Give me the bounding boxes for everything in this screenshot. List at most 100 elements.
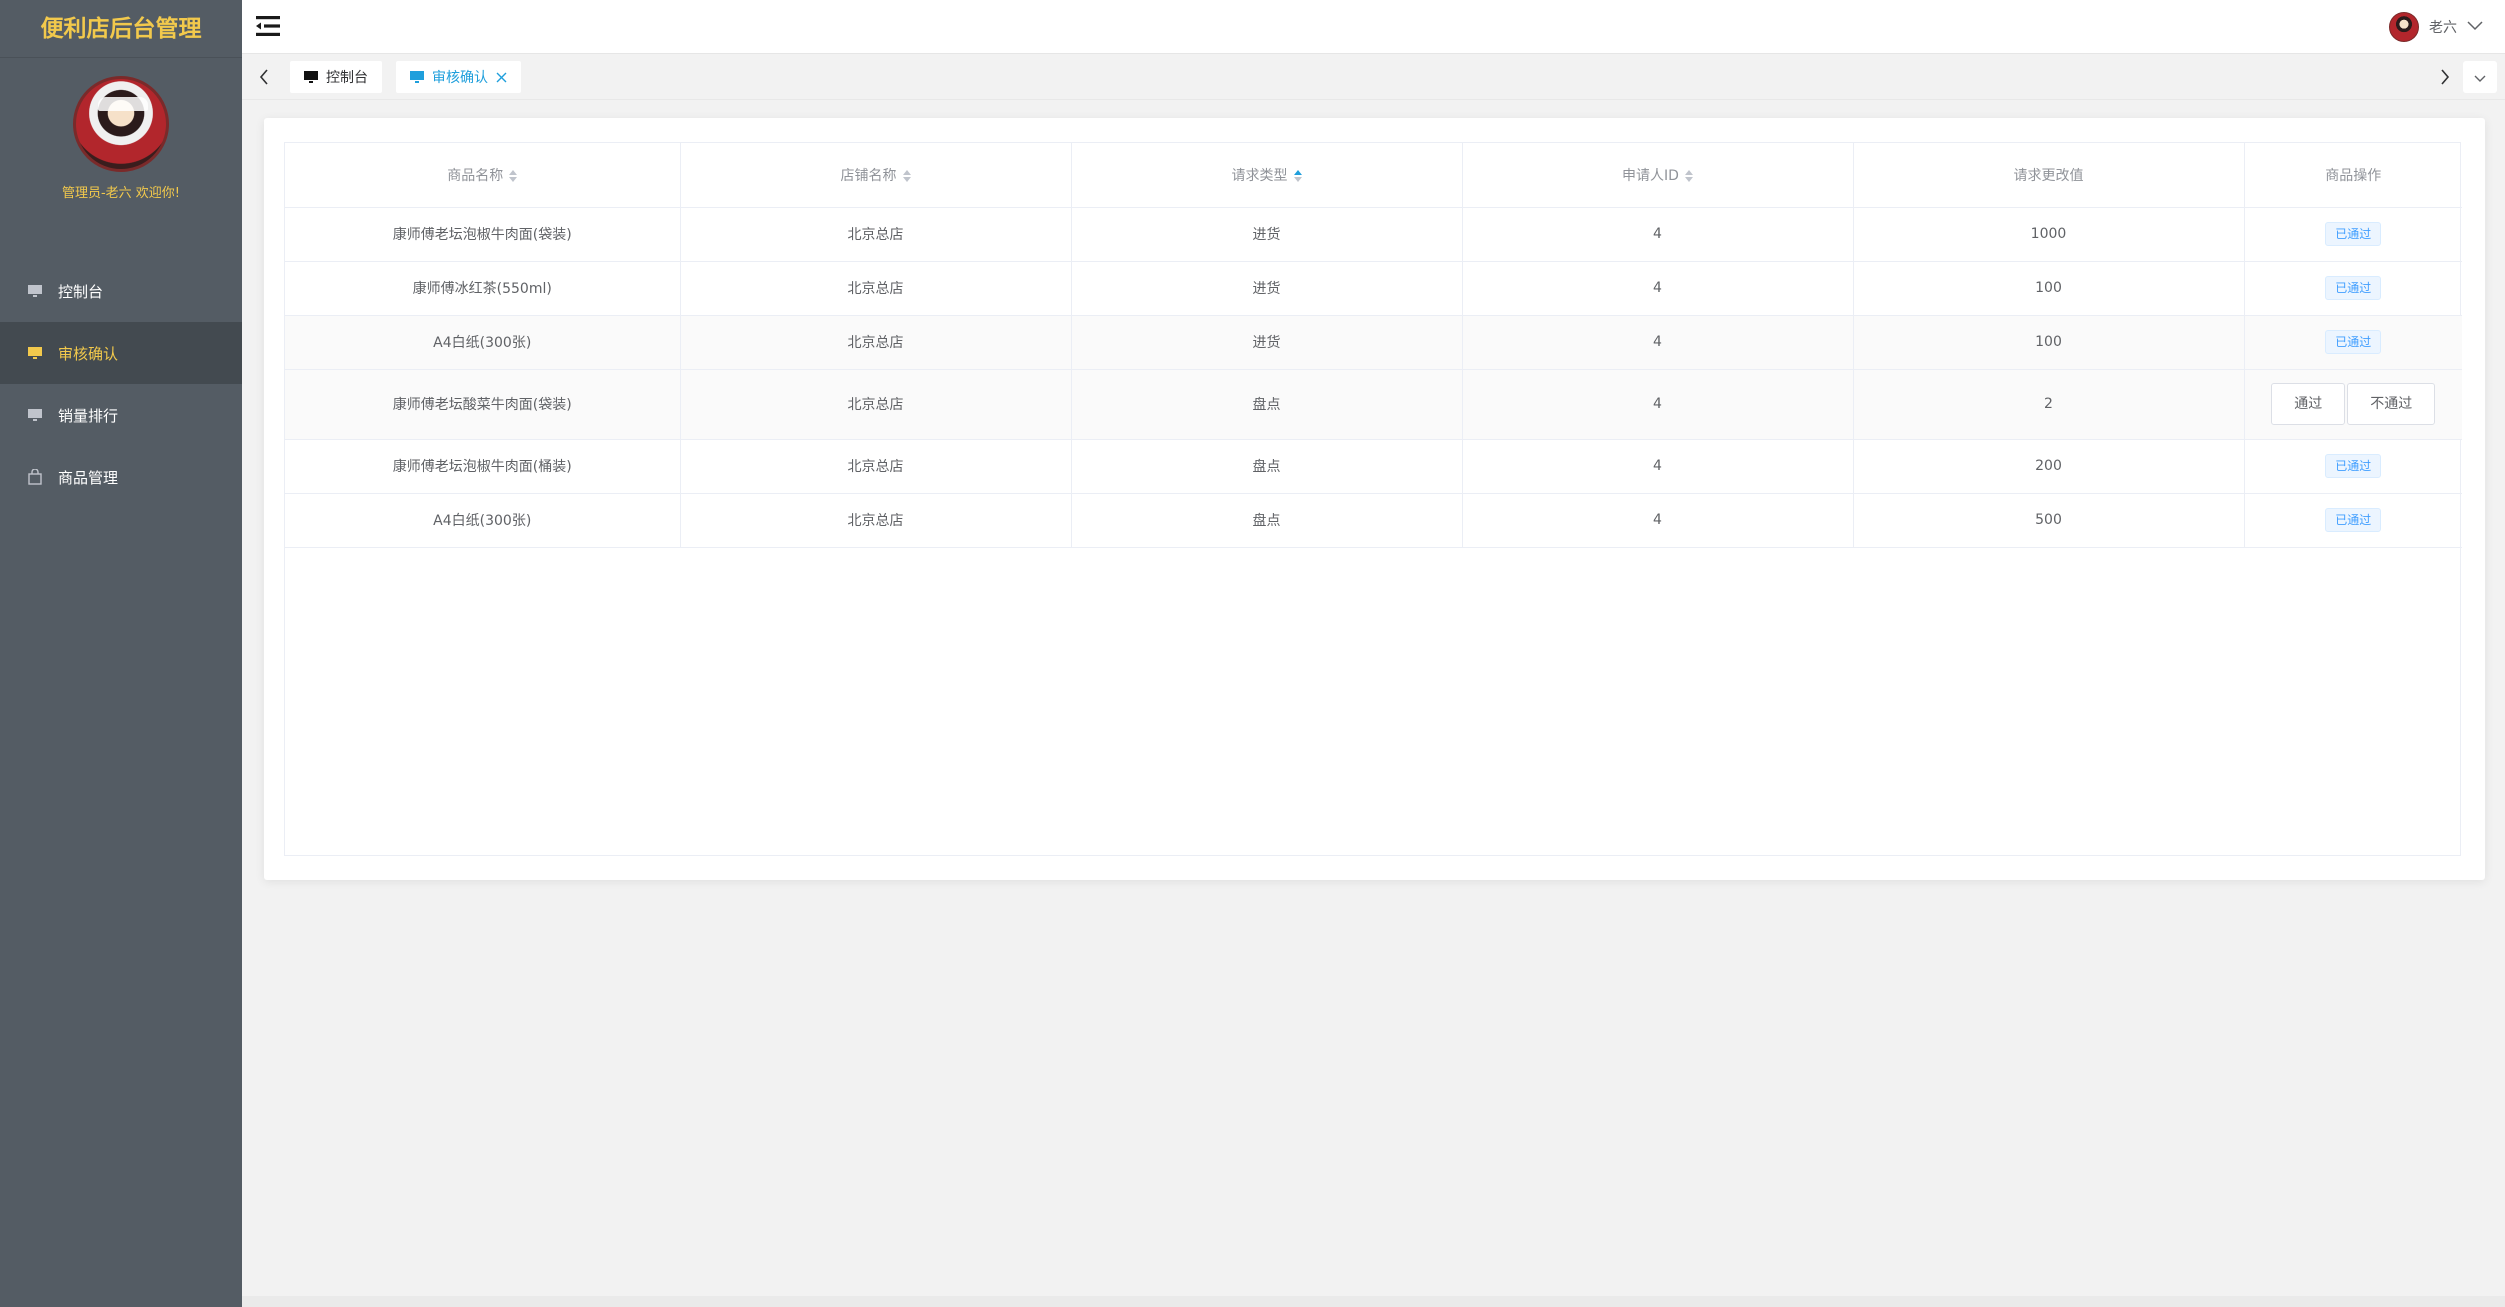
cell-product: 康师傅老坛泡椒牛肉面(袋装) <box>285 207 681 262</box>
reject-button[interactable]: 不通过 <box>2347 383 2436 425</box>
status-badge: 已通过 <box>2325 276 2382 300</box>
welcome-text: 管理员-老六 欢迎你! <box>61 186 181 201</box>
cell-product: A4白纸(300张) <box>285 493 681 548</box>
sidebar-item-label: 控制台 <box>58 282 104 301</box>
sidebar-item-label: 审核确认 <box>58 344 119 363</box>
cell-type: 进货 <box>1071 261 1463 316</box>
cell-shop: 北京总店 <box>680 493 1072 548</box>
bottom-strip <box>242 1296 2505 1307</box>
column-header-applicant-id[interactable]: 申请人ID <box>1462 143 1854 208</box>
cell-shop: 北京总店 <box>680 369 1072 440</box>
collapse-menu-icon[interactable] <box>256 15 282 39</box>
tab-review[interactable]: 审核确认 <box>396 61 521 93</box>
cell-product: 康师傅老坛泡椒牛肉面(桶装) <box>285 439 681 494</box>
sort-icon[interactable] <box>509 169 518 182</box>
monitor-icon <box>304 70 318 84</box>
tabs-bar: 控制台 审核确认 <box>242 54 2505 100</box>
column-header-request-value: 请求更改值 <box>1853 143 2245 208</box>
sidebar-item-dashboard[interactable]: 控制台 <box>0 260 242 322</box>
avatar <box>73 76 169 172</box>
sort-icon[interactable] <box>1684 169 1693 182</box>
user-avatar <box>2389 12 2419 42</box>
tab-label: 控制台 <box>326 70 368 86</box>
cell-actions: 已通过 <box>2244 493 2462 548</box>
status-badge: 已通过 <box>2325 454 2382 478</box>
column-header-shop[interactable]: 店铺名称 <box>680 143 1072 208</box>
column-header-actions: 商品操作 <box>2244 143 2462 208</box>
chevron-down-icon <box>2467 19 2483 35</box>
cell-value: 100 <box>1853 261 2245 316</box>
profile-block: 管理员-老六 欢迎你! <box>0 58 242 280</box>
sidebar: 便利店后台管理 管理员-老六 欢迎你! 控制台 审核确认 销量排行 商品管理 <box>0 0 242 1307</box>
sidebar-item-products[interactable]: 商品管理 <box>0 446 242 508</box>
cell-actions: 通过 不通过 <box>2244 369 2462 440</box>
cell-shop: 北京总店 <box>680 439 1072 494</box>
user-dropdown[interactable]: 老六 <box>2389 12 2483 42</box>
app-root: 便利店后台管理 管理员-老六 欢迎你! 控制台 审核确认 销量排行 商品管理 老… <box>0 0 2505 1307</box>
monitor-icon <box>26 344 44 362</box>
tabs-more-dropdown[interactable] <box>2463 61 2497 93</box>
review-table: 商品名称 店铺名称 请求类型 申请人ID 请求更改值 商品操作 康师傅老坛泡椒牛… <box>284 142 2462 856</box>
cell-actions: 已通过 <box>2244 315 2462 370</box>
table-row: 康师傅老坛泡椒牛肉面(桶装) 北京总店 盘点 4 200 已通过 <box>285 439 2462 494</box>
table-row: A4白纸(300张) 北京总店 进货 4 100 已通过 <box>285 315 2462 370</box>
approve-button[interactable]: 通过 <box>2271 383 2346 425</box>
cell-actions: 已通过 <box>2244 207 2462 262</box>
cell-applicant: 4 <box>1462 493 1854 548</box>
column-header-request-type[interactable]: 请求类型 <box>1071 143 1463 208</box>
status-badge: 已通过 <box>2325 508 2382 532</box>
cell-shop: 北京总店 <box>680 207 1072 262</box>
cell-product: A4白纸(300张) <box>285 315 681 370</box>
brand-title: 便利店后台管理 <box>0 0 242 58</box>
chevron-left-icon[interactable] <box>254 66 274 88</box>
cell-applicant: 4 <box>1462 315 1854 370</box>
cell-value: 500 <box>1853 493 2245 548</box>
cell-type: 进货 <box>1071 207 1463 262</box>
cell-type: 进货 <box>1071 315 1463 370</box>
table-row: 康师傅老坛酸菜牛肉面(袋装) 北京总店 盘点 4 2 通过 不通过 <box>285 369 2462 440</box>
cell-type: 盘点 <box>1071 439 1463 494</box>
table-row: A4白纸(300张) 北京总店 盘点 4 500 已通过 <box>285 493 2462 548</box>
review-card: 商品名称 店铺名称 请求类型 申请人ID 请求更改值 商品操作 康师傅老坛泡椒牛… <box>264 118 2485 880</box>
sidebar-item-sales-ranking[interactable]: 销量排行 <box>0 384 242 446</box>
cell-actions: 已通过 <box>2244 439 2462 494</box>
cell-applicant: 4 <box>1462 261 1854 316</box>
cell-type: 盘点 <box>1071 369 1463 440</box>
monitor-icon <box>26 406 44 424</box>
cell-value: 200 <box>1853 439 2245 494</box>
cell-applicant: 4 <box>1462 369 1854 440</box>
tab-label: 审核确认 <box>432 70 488 86</box>
cell-applicant: 4 <box>1462 439 1854 494</box>
cell-applicant: 4 <box>1462 207 1854 262</box>
cell-shop: 北京总店 <box>680 315 1072 370</box>
tab-dashboard[interactable]: 控制台 <box>290 61 382 93</box>
monitor-icon <box>410 70 424 84</box>
table-row: 康师傅老坛泡椒牛肉面(袋装) 北京总店 进货 4 1000 已通过 <box>285 207 2462 262</box>
cell-value: 2 <box>1853 369 2245 440</box>
sort-icon[interactable] <box>1293 169 1302 182</box>
table-header-row: 商品名称 店铺名称 请求类型 申请人ID 请求更改值 商品操作 <box>285 143 2462 208</box>
column-header-product[interactable]: 商品名称 <box>285 143 681 208</box>
sort-icon[interactable] <box>902 169 911 182</box>
cell-value: 100 <box>1853 315 2245 370</box>
sidebar-item-label: 销量排行 <box>58 406 119 425</box>
cell-product: 康师傅老坛酸菜牛肉面(袋装) <box>285 369 681 440</box>
cell-value: 1000 <box>1853 207 2245 262</box>
username: 老六 <box>2429 20 2457 36</box>
table-row: 康师傅冰红茶(550ml) 北京总店 进货 4 100 已通过 <box>285 261 2462 316</box>
bag-icon <box>26 468 44 486</box>
sidebar-item-label: 商品管理 <box>58 468 119 487</box>
cell-shop: 北京总店 <box>680 261 1072 316</box>
monitor-icon <box>26 282 44 300</box>
chevron-down-icon <box>2474 68 2486 87</box>
cell-type: 盘点 <box>1071 493 1463 548</box>
status-badge: 已通过 <box>2325 222 2382 246</box>
status-badge: 已通过 <box>2325 330 2382 354</box>
cell-product: 康师傅冰红茶(550ml) <box>285 261 681 316</box>
sidebar-menu: 控制台 审核确认 销量排行 商品管理 <box>0 260 242 508</box>
close-icon[interactable] <box>496 72 507 83</box>
chevron-right-icon[interactable] <box>2435 66 2455 88</box>
cell-actions: 已通过 <box>2244 261 2462 316</box>
top-header: 老六 <box>242 0 2505 54</box>
sidebar-item-review[interactable]: 审核确认 <box>0 322 242 384</box>
